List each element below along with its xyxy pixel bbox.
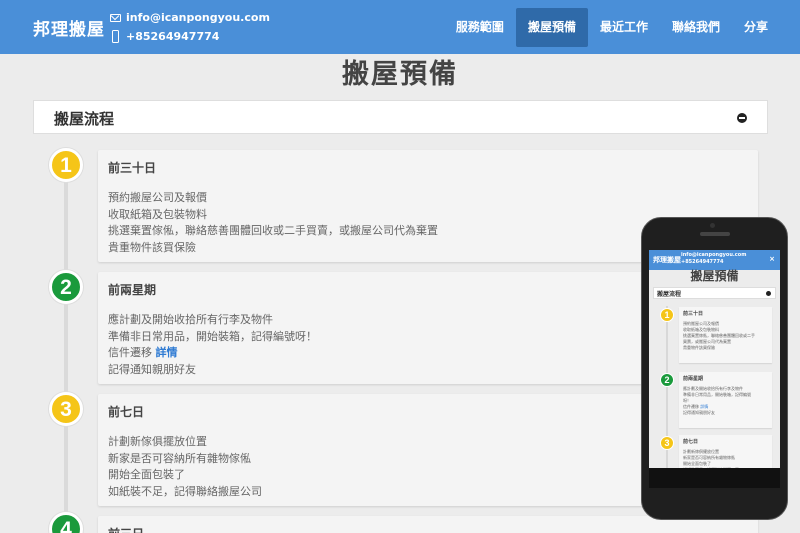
timeline-line: [64, 165, 68, 533]
details-link[interactable]: 詳情: [156, 346, 178, 359]
phone-camera: [710, 223, 715, 228]
step-badge-3: 3: [49, 392, 83, 426]
mobile-screen: 邦理搬屋 info@icanpongyou.com +85264947774 ×…: [649, 250, 780, 488]
page-title: 搬屋預備: [342, 59, 458, 90]
mobile-step-title: 前兩星期: [683, 376, 704, 382]
mobile-step-title: 前三十日: [683, 311, 704, 317]
mobile-step-line: 記得通知親朋好友: [683, 410, 715, 415]
nav-item-contact[interactable]: 聯絡我們: [660, 8, 732, 47]
mobile-close-icon: ×: [769, 255, 775, 263]
brand-logo[interactable]: 邦理搬屋: [33, 15, 105, 40]
mobile-step-badge-2: 2: [660, 373, 674, 387]
contact-info: info@icanpongyou.com +85264947774: [110, 8, 270, 46]
mobile-timeline-line: [666, 306, 668, 486]
nav-item-recent-work[interactable]: 最近工作: [588, 8, 660, 47]
mobile-toggle-icon: [766, 291, 771, 296]
nav-item-share[interactable]: 分享: [732, 8, 780, 47]
nav-item-services[interactable]: 服務範圍: [444, 8, 516, 47]
step-badge-2: 2: [49, 270, 83, 304]
panel-title: 搬屋流程: [54, 110, 115, 128]
email-link[interactable]: info@icanpongyou.com: [126, 8, 270, 27]
mobile-panel-title: 搬屋流程: [657, 291, 682, 298]
step-title: 前三十日: [108, 161, 157, 175]
step-line-text: 信件遷移: [108, 346, 152, 359]
mobile-contact: info@icanpongyou.com +85264947774: [681, 252, 746, 266]
mobile-preview-device: 邦理搬屋 info@icanpongyou.com +85264947774 ×…: [641, 217, 788, 520]
mobile-step-line: 貴重物件該買保險: [683, 345, 715, 350]
top-navbar: 邦理搬屋 info@icanpongyou.com +85264947774 服…: [0, 0, 800, 54]
process-panel-header[interactable]: 搬屋流程: [33, 100, 768, 134]
step-badge-1: 1: [49, 148, 83, 182]
mobile-step-title: 前七日: [683, 439, 699, 445]
collapse-icon[interactable]: [737, 113, 747, 123]
phone-icon: [112, 30, 119, 43]
step-badge-4: 4: [49, 512, 83, 533]
mobile-card-1: 前三十日 預約搬屋公司及報價 收取紙箱及包裝物料 挑選棄置傢俬，聯絡慈善團體回收…: [679, 307, 772, 363]
phone-link[interactable]: +85264947774: [126, 27, 219, 46]
mobile-step-line-text: 信件遷移: [683, 404, 699, 409]
mobile-card-2: 前兩星期 應計劃及開始收拾所有行李及物件 準備非日常用品，開始裝箱，記得編號 呀…: [679, 372, 772, 428]
mobile-details-link[interactable]: 詳情: [700, 404, 708, 409]
phone-speaker: [700, 232, 730, 236]
mail-icon: [110, 13, 121, 22]
mobile-step-badge-3: 3: [660, 436, 674, 450]
step-line: 預約搬屋公司及報價: [108, 191, 207, 204]
nav-item-moving-prep[interactable]: 搬屋預備: [515, 8, 588, 47]
mobile-step-badge-1: 1: [660, 308, 674, 322]
mobile-bottom-bar: [649, 468, 780, 488]
mobile-phone: +85264947774: [681, 259, 724, 265]
step-title: 前三日: [108, 525, 748, 533]
main-nav: 服務範圍 搬屋預備 最近工作 聯絡我們 分享: [444, 8, 780, 47]
mobile-email: info@icanpongyou.com: [681, 252, 747, 258]
mobile-panel: 搬屋流程: [653, 287, 776, 299]
mobile-brand: 邦理搬屋: [653, 256, 681, 264]
mobile-page-title: 搬屋預備: [690, 269, 739, 283]
